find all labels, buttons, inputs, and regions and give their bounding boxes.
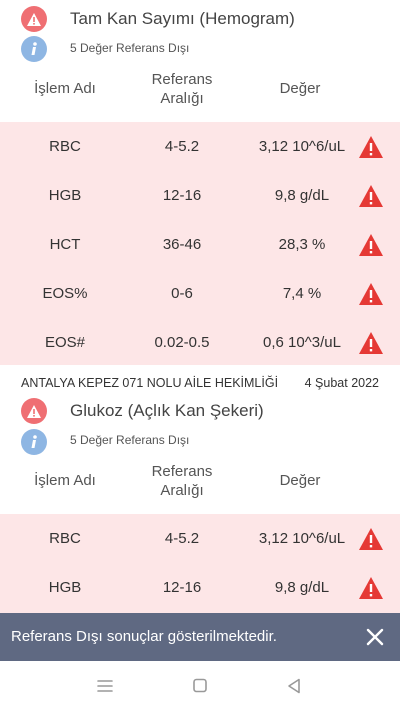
system-navigation-bar — [0, 661, 400, 710]
table-row[interactable]: HGB 12-16 9,8 g/dL — [0, 171, 400, 220]
row-name: EOS% — [42, 285, 88, 302]
column-header-range-line2: Aralığı — [160, 482, 204, 499]
row-range: 12-16 — [162, 187, 202, 204]
table-row[interactable]: RBC 4-5.2 3,12 10^6/uL — [0, 122, 400, 171]
column-header-range-line1: Referans — [151, 463, 213, 480]
row-range: 4-5.2 — [164, 530, 200, 547]
warning-icon — [359, 577, 383, 599]
menu-icon[interactable] — [95, 678, 115, 694]
table-row[interactable]: EOS# 0.02-0.5 0,6 10^3/uL — [0, 318, 400, 367]
row-value: 3,12 10^6/uL — [258, 530, 346, 547]
warning-icon — [359, 332, 383, 354]
row-name: RBC — [49, 138, 81, 155]
column-header-value: Değer — [279, 80, 321, 97]
column-header-name: İşlem Adı — [34, 80, 96, 97]
row-value: 3,12 10^6/uL — [258, 138, 346, 155]
snackbar-message: Referans Dışı sonuçlar gösterilmektedir. — [11, 628, 277, 645]
table-row[interactable]: HCT 36-46 28,3 % — [0, 220, 400, 269]
report-source-row: ANTALYA KEPEZ 071 NOLU AİLE HEKİMLİĞİ 4 … — [0, 373, 400, 393]
row-name: HCT — [49, 236, 81, 253]
row-range: 0.02-0.5 — [154, 334, 210, 351]
section1-title: Tam Kan Sayımı (Hemogram) — [70, 9, 295, 28]
table-row[interactable]: EOS% 0-6 7,4 % — [0, 269, 400, 318]
alert-icon — [21, 398, 47, 424]
warning-icon — [359, 136, 383, 158]
column-header-range-line1: Referans — [151, 71, 213, 88]
column-header-value: Değer — [279, 472, 321, 489]
info-icon — [21, 36, 47, 62]
row-range: 36-46 — [162, 236, 202, 253]
row-range: 0-6 — [171, 285, 193, 302]
table-row[interactable]: HGB 12-16 9,8 g/dL — [0, 563, 400, 612]
section1-results-table: RBC 4-5.2 3,12 10^6/uL HGB 12-16 9,8 g/d… — [0, 122, 400, 365]
row-name: HGB — [48, 579, 82, 596]
warning-icon — [359, 234, 383, 256]
section2-title: Glukoz (Açlık Kan Şekeri) — [70, 401, 264, 420]
home-square-icon[interactable] — [190, 678, 210, 694]
section2-subtitle: 5 Değer Referans Dışı — [70, 433, 190, 447]
back-triangle-icon[interactable] — [284, 678, 304, 694]
row-name: EOS# — [44, 334, 86, 351]
row-value: 9,8 g/dL — [274, 579, 330, 596]
row-name: HGB — [48, 187, 82, 204]
warning-icon — [359, 283, 383, 305]
clinic-name: ANTALYA KEPEZ 071 NOLU AİLE HEKİMLİĞİ — [21, 376, 279, 390]
warning-icon — [359, 528, 383, 550]
snackbar: Referans Dışı sonuçlar gösterilmektedir. — [0, 613, 400, 661]
report-date: 4 Şubat 2022 — [304, 376, 379, 390]
table-row[interactable]: RBC 4-5.2 3,12 10^6/uL — [0, 514, 400, 563]
row-value: 0,6 10^3/uL — [263, 334, 341, 351]
column-header-range: Referans Aralığı — [132, 462, 232, 500]
row-value: 9,8 g/dL — [274, 187, 330, 204]
column-header-range: Referans Aralığı — [132, 70, 232, 108]
close-icon[interactable] — [364, 626, 386, 648]
info-icon — [21, 429, 47, 455]
warning-icon — [359, 185, 383, 207]
row-value: 7,4 % — [282, 285, 322, 302]
alert-icon — [21, 6, 47, 32]
column-header-name: İşlem Adı — [34, 472, 96, 489]
section2-results-table: RBC 4-5.2 3,12 10^6/uL HGB 12-16 9,8 g/d… — [0, 514, 400, 613]
row-range: 4-5.2 — [164, 138, 200, 155]
section1-subtitle: 5 Değer Referans Dışı — [70, 41, 190, 55]
row-value: 28,3 % — [278, 236, 326, 253]
row-name: RBC — [49, 530, 81, 547]
row-range: 12-16 — [162, 579, 202, 596]
column-header-range-line2: Aralığı — [160, 90, 204, 107]
